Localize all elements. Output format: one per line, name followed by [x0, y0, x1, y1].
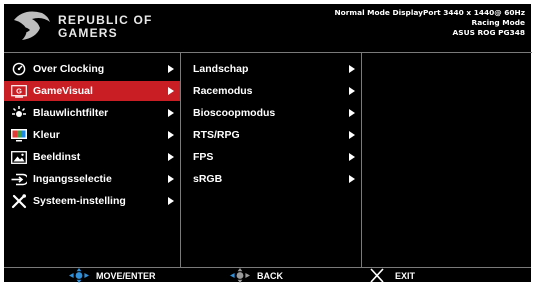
image-icon: [10, 150, 28, 164]
footer-hints: MOVE/ENTER BACK EXIT: [4, 267, 531, 283]
hint-back: BACK: [229, 268, 283, 283]
rog-logo: REPUBLIC OF GAMERS: [12, 10, 162, 44]
status-line-1: Normal Mode DisplayPort 3440 x 1440@ 60H…: [334, 8, 525, 17]
status-info: Normal Mode DisplayPort 3440 x 1440@ 60H…: [334, 8, 525, 38]
submenu-item-bioscoopmodus[interactable]: Bioscoopmodus: [181, 103, 361, 123]
color-icon: [10, 128, 28, 142]
chevron-right-icon: [168, 87, 174, 95]
brand-line-2: GAMERS: [58, 26, 118, 40]
chevron-right-icon: [349, 175, 355, 183]
status-line-2: Racing Mode: [471, 18, 525, 27]
menu-item-label: GameVisual: [33, 85, 93, 97]
system-icon: [10, 193, 28, 208]
submenu-item-label: RTS/RPG: [193, 129, 240, 141]
submenu-item-label: Racemodus: [193, 85, 253, 97]
rog-eye-icon: [14, 11, 50, 40]
joystick-move-icon: [69, 268, 89, 283]
bluelight-icon: [10, 106, 28, 120]
hint-exit: EXIT: [369, 268, 415, 283]
hint-move-enter: MOVE/ENTER: [68, 268, 156, 283]
submenu-item-label: sRGB: [193, 173, 223, 185]
menu-item-label: Over Clocking: [33, 63, 105, 75]
menu-item-gamevisual[interactable]: G GameVisual: [4, 81, 180, 101]
menu-item-systeem-instelling[interactable]: Systeem-instelling: [4, 191, 180, 211]
hint-move-enter-label: MOVE/ENTER: [96, 270, 156, 281]
chevron-right-icon: [168, 175, 174, 183]
submenu-item-rts-rpg[interactable]: RTS/RPG: [181, 125, 361, 145]
chevron-right-icon: [168, 109, 174, 117]
joystick-back-icon: [230, 268, 250, 283]
hint-exit-label: EXIT: [395, 270, 416, 281]
input-icon: [10, 172, 28, 186]
menu-item-kleur[interactable]: Kleur: [4, 125, 180, 145]
menu-item-label: Beeldinst: [33, 151, 81, 163]
detail-panel: [361, 52, 532, 267]
chevron-right-icon: [168, 131, 174, 139]
menu-item-blauwlichtfilter[interactable]: Blauwlichtfilter: [4, 103, 180, 123]
chevron-right-icon: [349, 153, 355, 161]
chevron-right-icon: [349, 65, 355, 73]
chevron-right-icon: [168, 197, 174, 205]
submenu-item-label: Bioscoopmodus: [193, 107, 276, 119]
menu-item-label: Systeem-instelling: [33, 195, 126, 207]
gamevisual-submenu: Landschap Racemodus Bioscoopmodus RTS/RP…: [180, 52, 361, 267]
menu-item-label: Kleur: [33, 129, 60, 141]
submenu-item-srgb[interactable]: sRGB: [181, 169, 361, 189]
osd-menu: REPUBLIC OF GAMERS Normal Mode DisplayPo…: [4, 4, 532, 283]
chevron-right-icon: [349, 131, 355, 139]
menu-item-over-clocking[interactable]: Over Clocking: [4, 59, 180, 79]
chevron-right-icon: [349, 109, 355, 117]
svg-text:G: G: [16, 86, 22, 95]
submenu-item-racemodus[interactable]: Racemodus: [181, 81, 361, 101]
menu-item-label: Blauwlichtfilter: [33, 107, 109, 119]
gamevisual-icon: G: [10, 84, 28, 98]
submenu-item-label: Landschap: [193, 63, 249, 75]
header: REPUBLIC OF GAMERS Normal Mode DisplayPo…: [4, 4, 531, 48]
submenu-item-label: FPS: [193, 151, 214, 163]
chevron-right-icon: [168, 153, 174, 161]
main-menu: Over Clocking G GameVisual Blauwlichtfil…: [4, 52, 180, 267]
overclock-icon: [10, 62, 28, 76]
status-line-3: ASUS ROG PG348: [452, 28, 525, 37]
menu-item-ingangsselectie[interactable]: Ingangsselectie: [4, 169, 180, 189]
chevron-right-icon: [168, 65, 174, 73]
chevron-right-icon: [349, 87, 355, 95]
menu-item-label: Ingangsselectie: [33, 173, 112, 185]
submenu-item-fps[interactable]: FPS: [181, 147, 361, 167]
close-icon: [370, 268, 384, 283]
submenu-item-landschap[interactable]: Landschap: [181, 59, 361, 79]
menu-item-beeldinst[interactable]: Beeldinst: [4, 147, 180, 167]
hint-back-label: BACK: [257, 270, 283, 281]
